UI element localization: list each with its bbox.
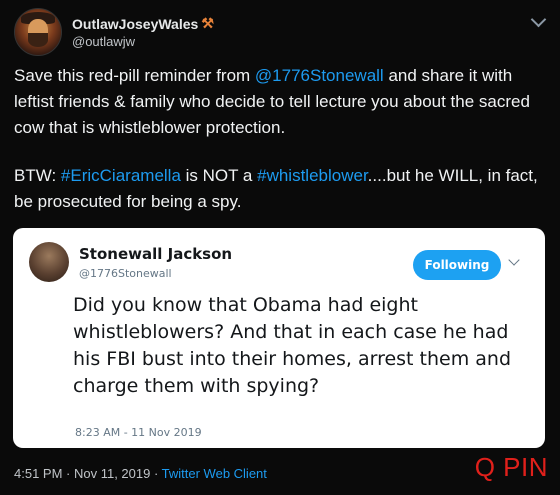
- following-button[interactable]: Following: [413, 250, 501, 280]
- text-segment: is NOT a: [180, 166, 258, 185]
- hashtag-link[interactable]: #EricCiaramella: [61, 166, 181, 185]
- embedded-tweet-text: Did you know that Obama had eight whistl…: [73, 294, 512, 397]
- client-link[interactable]: Twitter Web Client: [162, 466, 267, 481]
- author-names: OutlawJoseyWales ⚒ @outlawjw: [72, 15, 214, 49]
- avatar-beard: [28, 33, 48, 47]
- tweet-timestamp[interactable]: 4:51 PM · Nov 11, 2019 ·: [14, 466, 162, 481]
- chevron-down-icon[interactable]: [530, 11, 547, 28]
- chevron-down-icon[interactable]: [508, 254, 520, 266]
- hammer-pick-icon: ⚒: [201, 15, 214, 31]
- tweet-header: OutlawJoseyWales ⚒ @outlawjw: [14, 8, 214, 56]
- author-handle[interactable]: @outlawjw: [72, 34, 214, 49]
- tweet-footer: 4:51 PM · Nov 11, 2019 · Twitter Web Cli…: [14, 466, 267, 481]
- embedded-avatar[interactable]: [29, 242, 69, 282]
- display-name[interactable]: OutlawJoseyWales ⚒: [72, 15, 214, 32]
- display-name-text[interactable]: OutlawJoseyWales: [72, 16, 198, 32]
- text-segment: BTW:: [14, 166, 61, 185]
- avatar[interactable]: [14, 8, 62, 56]
- text-segment: Save this red-pill reminder from: [14, 66, 255, 85]
- embedded-display-name[interactable]: Stonewall Jackson: [79, 245, 232, 263]
- watermark: Q PIN: [474, 452, 548, 482]
- tweet-paragraph-2: BTW: #EricCiaramella is NOT a #whistlebl…: [14, 163, 544, 215]
- tweet-text: Save this red-pill reminder from @1776St…: [14, 63, 544, 215]
- mention-link[interactable]: @1776Stonewall: [255, 66, 384, 85]
- embedded-handle[interactable]: @1776Stonewall: [79, 267, 172, 280]
- hashtag-link[interactable]: #whistleblower: [257, 166, 368, 185]
- tweet-paragraph-1: Save this red-pill reminder from @1776St…: [14, 63, 544, 141]
- embedded-tweet-card[interactable]: Stonewall Jackson @1776Stonewall Followi…: [13, 228, 545, 448]
- tweet: OutlawJoseyWales ⚒ @outlawjw Save this r…: [0, 0, 560, 495]
- embedded-timestamp[interactable]: 8:23 AM - 11 Nov 2019: [75, 426, 202, 439]
